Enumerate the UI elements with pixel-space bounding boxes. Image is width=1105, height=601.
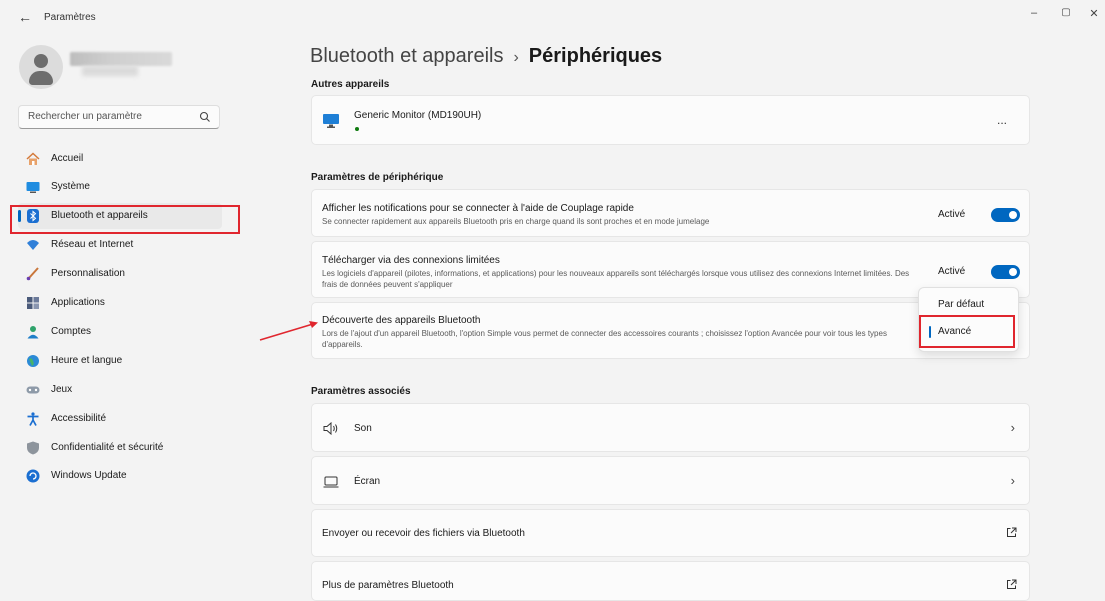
screen-icon bbox=[323, 476, 339, 488]
device-card[interactable]: Generic Monitor (MD190UH) ... bbox=[311, 95, 1030, 145]
sidebar-item-jeux[interactable]: Jeux bbox=[18, 377, 222, 403]
related-item-more-bluetooth[interactable]: Plus de paramètres Bluetooth bbox=[311, 561, 1030, 601]
back-arrow-icon[interactable]: ← bbox=[18, 9, 32, 25]
title-bar: ← Paramètres – ▢ ✕ bbox=[0, 0, 1105, 36]
breadcrumb-parent[interactable]: Bluetooth et appareils bbox=[310, 45, 503, 67]
sidebar-item-label: Personnalisation bbox=[51, 268, 125, 279]
sidebar-item-label: Jeux bbox=[51, 384, 73, 395]
search-input[interactable] bbox=[28, 111, 188, 122]
sidebar-item-windows-update[interactable]: Windows Update bbox=[18, 463, 222, 489]
minimize-button[interactable]: – bbox=[1022, 7, 1046, 19]
search-box[interactable] bbox=[18, 105, 220, 129]
annotation-highlight-dropdown bbox=[919, 315, 1015, 348]
more-options-button[interactable]: ... bbox=[997, 113, 1007, 127]
device-name: Generic Monitor (MD190UH) bbox=[354, 110, 482, 121]
profile-email-redacted bbox=[82, 66, 138, 76]
avatar[interactable] bbox=[19, 45, 63, 89]
search-icon[interactable] bbox=[199, 111, 211, 123]
related-item-label: Envoyer ou recevoir des fichiers via Blu… bbox=[322, 528, 525, 539]
external-link-icon bbox=[1007, 579, 1017, 589]
sidebar-item-label: Système bbox=[51, 181, 90, 192]
related-item-send-receive[interactable]: Envoyer ou recevoir des fichiers via Blu… bbox=[311, 509, 1030, 557]
accessibility-icon bbox=[27, 412, 39, 426]
sidebar-item-heure-langue[interactable]: Heure et langue bbox=[18, 348, 222, 374]
sidebar-item-confidentialite[interactable]: Confidentialité et sécurité bbox=[18, 435, 222, 461]
sidebar-item-label: Heure et langue bbox=[51, 355, 123, 366]
gamepad-icon bbox=[26, 386, 40, 394]
setting-card-swift-pair: Afficher les notifications pour se conne… bbox=[311, 189, 1030, 237]
wifi-icon bbox=[27, 240, 39, 250]
swift-pair-toggle[interactable] bbox=[991, 208, 1020, 222]
setting-title: Afficher les notifications pour se conne… bbox=[322, 203, 634, 214]
apps-icon bbox=[27, 297, 39, 309]
setting-description: Lors de l'ajout d'un appareil Bluetooth,… bbox=[322, 329, 887, 349]
dropdown-option-default[interactable]: Par défaut bbox=[919, 293, 1018, 317]
external-link-icon bbox=[1007, 527, 1017, 537]
related-item-label: Plus de paramètres Bluetooth bbox=[322, 580, 454, 591]
toggle-state-label: Activé bbox=[938, 209, 966, 220]
related-item-son[interactable]: Son › bbox=[311, 403, 1030, 452]
toggle-state-label: Activé bbox=[938, 266, 966, 277]
setting-title: Télécharger via des connexions limitées bbox=[322, 255, 500, 266]
status-dot bbox=[355, 127, 359, 131]
sidebar-item-label: Accessibilité bbox=[51, 413, 107, 424]
sidebar-item-label: Comptes bbox=[51, 326, 92, 337]
sidebar-item-personnalisation[interactable]: Personnalisation bbox=[18, 261, 222, 287]
monitor-icon bbox=[323, 114, 339, 128]
profile-name-redacted bbox=[70, 52, 172, 66]
chevron-right-icon: › bbox=[1010, 420, 1015, 435]
section-title-other-devices: Autres appareils bbox=[311, 79, 390, 90]
shield-icon bbox=[27, 441, 39, 455]
update-icon bbox=[26, 469, 40, 483]
chevron-right-icon: › bbox=[1010, 473, 1015, 488]
section-title-device-settings: Paramètres de périphérique bbox=[311, 172, 444, 183]
page-title: Périphériques bbox=[528, 45, 663, 67]
home-icon bbox=[26, 152, 40, 165]
sidebar-item-comptes[interactable]: Comptes bbox=[18, 319, 222, 345]
sidebar-item-label: Applications bbox=[51, 297, 105, 308]
related-item-ecran[interactable]: Écran › bbox=[311, 456, 1030, 505]
sidebar-item-accueil[interactable]: Accueil bbox=[18, 146, 222, 172]
sidebar-item-applications[interactable]: Applications bbox=[18, 290, 222, 316]
setting-description: Les logiciels d'appareil (pilotes, infor… bbox=[322, 269, 910, 289]
globe-clock-icon bbox=[27, 355, 39, 367]
restore-button[interactable]: ▢ bbox=[1054, 7, 1078, 18]
setting-description: Se connecter rapidement aux appareils Bl… bbox=[322, 217, 710, 226]
account-icon bbox=[27, 326, 39, 339]
related-item-label: Écran bbox=[354, 476, 381, 487]
sidebar-item-reseau[interactable]: Réseau et Internet bbox=[18, 232, 222, 258]
annotation-highlight-nav bbox=[10, 205, 240, 234]
setting-title: Découverte des appareils Bluetooth bbox=[322, 315, 481, 326]
sidebar-item-label: Réseau et Internet bbox=[51, 239, 134, 250]
sidebar-item-label: Windows Update bbox=[51, 470, 127, 481]
sidebar-item-label: Accueil bbox=[51, 153, 84, 164]
related-item-label: Son bbox=[354, 423, 372, 434]
section-title-related: Paramètres associés bbox=[311, 386, 411, 397]
speaker-icon bbox=[323, 422, 338, 435]
brush-icon bbox=[26, 267, 39, 281]
metered-toggle[interactable] bbox=[991, 265, 1020, 279]
annotation-arrow-icon bbox=[259, 321, 318, 341]
system-icon bbox=[26, 182, 40, 193]
app-title: Paramètres bbox=[44, 12, 96, 23]
breadcrumb-separator: › bbox=[513, 49, 519, 66]
sidebar-item-systeme[interactable]: Système bbox=[18, 174, 222, 200]
sidebar-item-label: Confidentialité et sécurité bbox=[51, 442, 164, 453]
sidebar-item-accessibilite[interactable]: Accessibilité bbox=[18, 406, 222, 432]
close-button[interactable]: ✕ bbox=[1082, 7, 1105, 20]
breadcrumb: Bluetooth et appareils › Périphériques bbox=[310, 45, 662, 68]
